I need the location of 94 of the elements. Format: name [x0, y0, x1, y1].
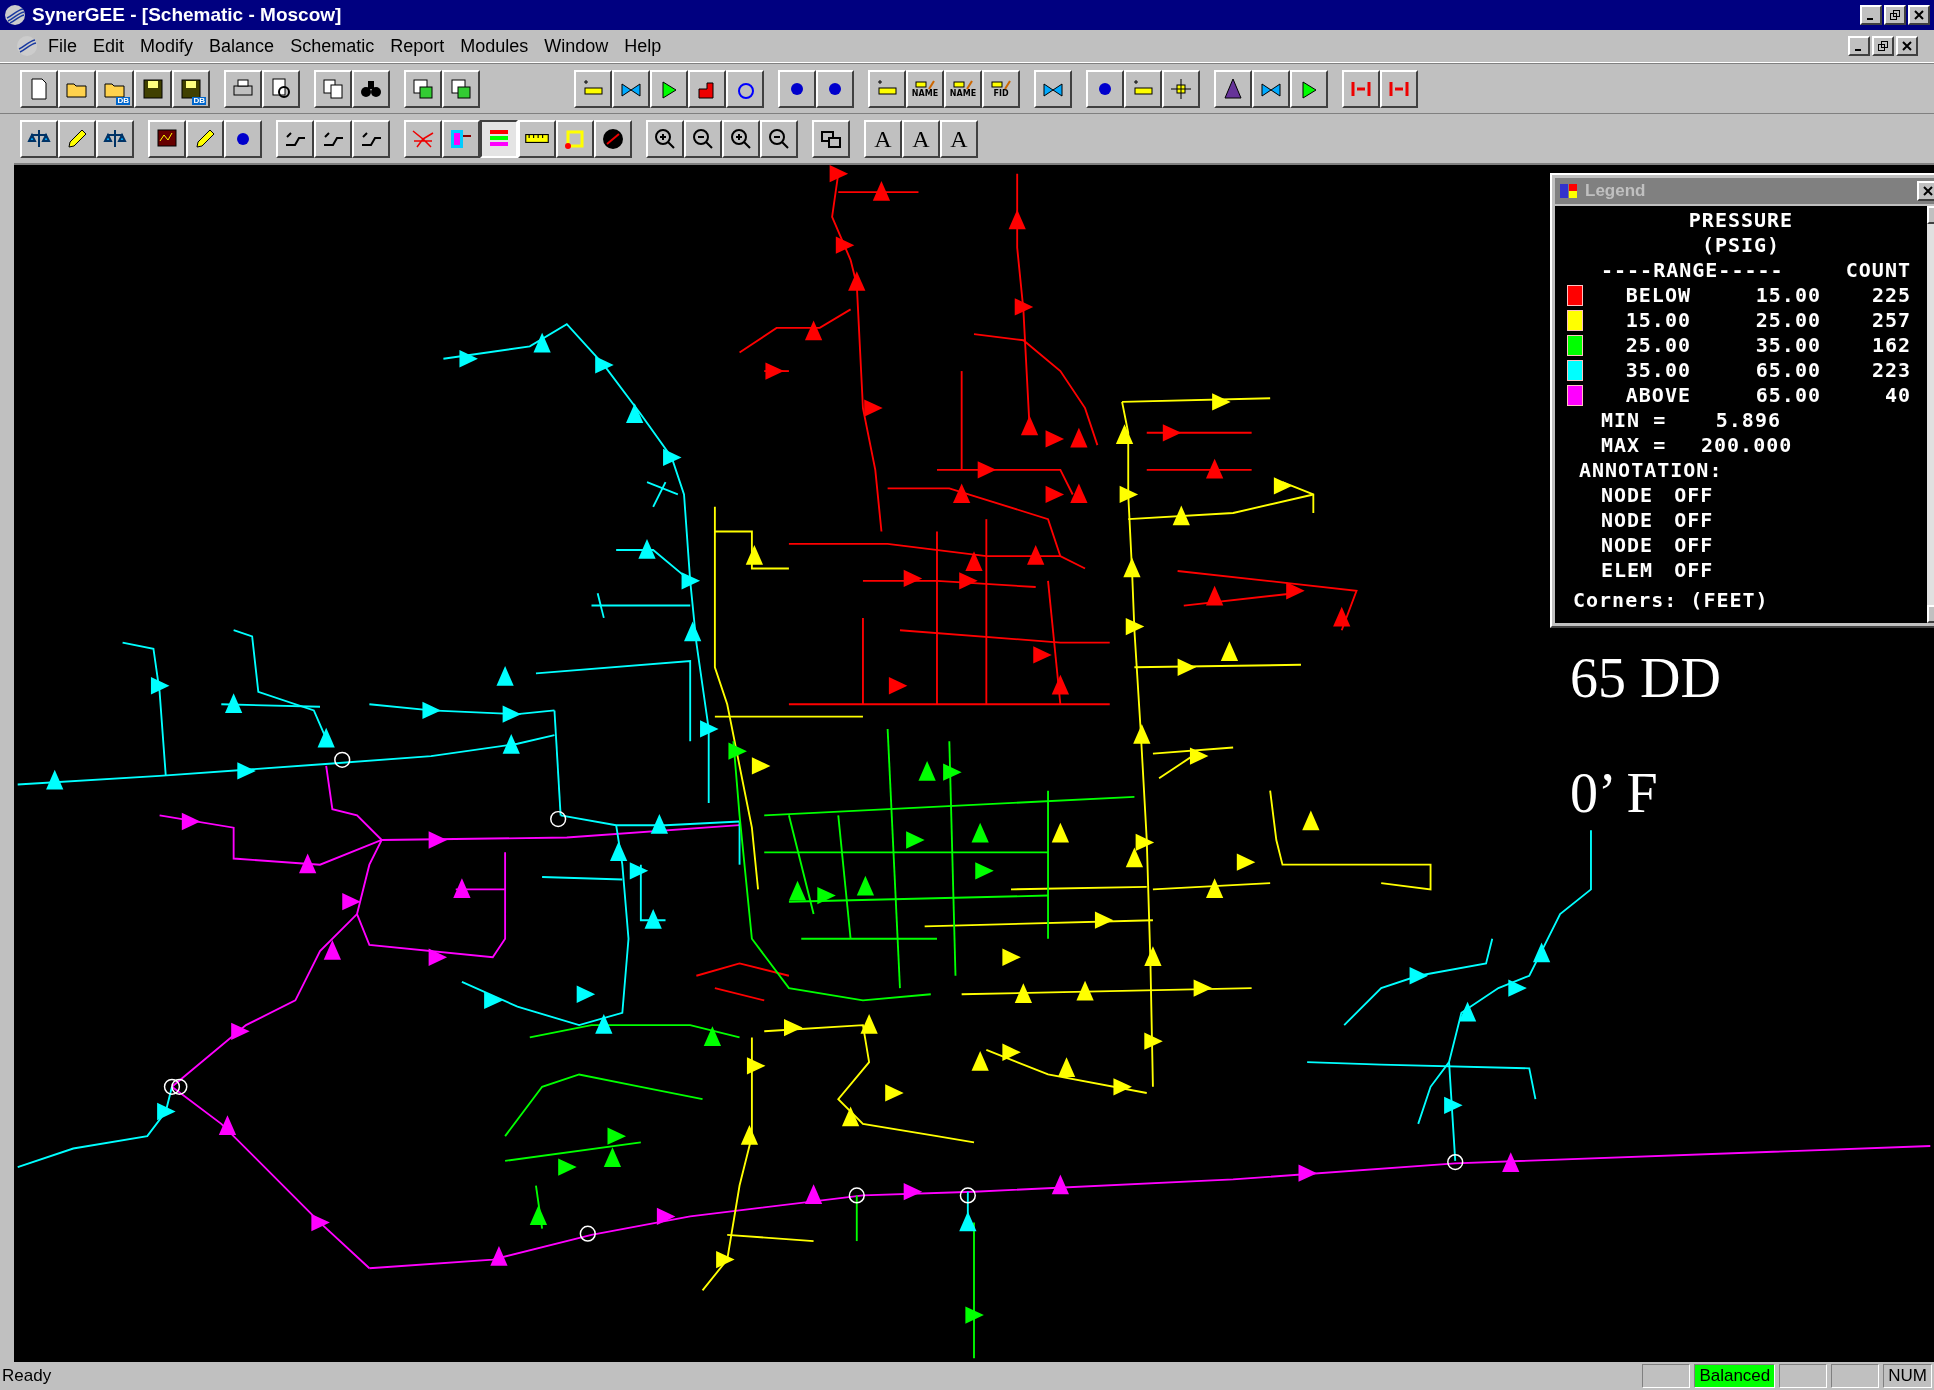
- stat-label: MAX =: [1601, 433, 1668, 458]
- annotation-item: NODE OFF: [1601, 508, 1715, 533]
- toolbar-button[interactable]: DB: [96, 69, 134, 108]
- dot-icon: [829, 82, 841, 95]
- dot-icon: [791, 82, 803, 95]
- menu-item[interactable]: Edit: [87, 32, 131, 60]
- db-tag: DB: [192, 96, 206, 105]
- overlay-label: 65 DD: [1570, 650, 1721, 706]
- stat-label: MIN =: [1601, 408, 1668, 433]
- close-button[interactable]: [1896, 36, 1918, 56]
- overlay-label: 0’ F: [1570, 765, 1658, 821]
- menu-item[interactable]: Help: [618, 32, 668, 60]
- menu-item[interactable]: File: [42, 32, 83, 60]
- menu-item[interactable]: Schematic: [284, 32, 381, 60]
- status-pane: Balanced: [1694, 1364, 1776, 1388]
- restore-button[interactable]: [1872, 36, 1894, 56]
- toolbar-button[interactable]: FID: [982, 69, 1020, 108]
- legend-unit: (PSIG): [1701, 233, 1781, 258]
- zoom-out-icon: [691, 126, 715, 151]
- map-icon: [449, 76, 473, 101]
- restore-icon: [1889, 10, 1901, 20]
- minimize-icon: [1866, 18, 1873, 20]
- minimize-icon: [1854, 49, 1861, 51]
- range-low: 25.00: [1624, 333, 1692, 358]
- legend-icon: [1559, 182, 1579, 200]
- corners-label: Corners: (FEET): [1573, 588, 1770, 613]
- range-low: 15.00: [1624, 308, 1692, 333]
- restore-button[interactable]: [1884, 5, 1906, 25]
- toolbar-button[interactable]: NAME: [944, 69, 982, 108]
- stat-value: 200.000: [1701, 433, 1794, 458]
- toolbar-button[interactable]: A: [902, 119, 940, 158]
- range-high: 35.00: [1754, 333, 1821, 358]
- toolbar-button[interactable]: [480, 119, 518, 158]
- minimize-button[interactable]: [1848, 36, 1870, 56]
- range-count: 225: [1870, 283, 1911, 308]
- legend-heading: PRESSURE: [1688, 208, 1794, 233]
- app-logo-icon: [4, 4, 26, 26]
- range-low: BELOW: [1624, 283, 1692, 308]
- map-icon: [411, 76, 435, 101]
- status-message: Ready: [2, 1365, 53, 1388]
- status-pane: [1779, 1364, 1828, 1388]
- menu-item[interactable]: Modules: [454, 32, 535, 60]
- menu-item[interactable]: Window: [538, 32, 615, 60]
- annotation-item: NODE OFF: [1601, 533, 1715, 558]
- range-count: 257: [1870, 308, 1911, 333]
- close-button[interactable]: [1917, 181, 1934, 201]
- close-icon: [1901, 41, 1913, 51]
- letter-icon: A: [874, 126, 892, 151]
- status-pane: [1642, 1364, 1691, 1388]
- app-logo-icon: [16, 35, 38, 57]
- legend-title: Legend: [1585, 180, 1646, 203]
- range-high: 65.00: [1754, 383, 1821, 408]
- annotation-heading: ANNOTATION:: [1579, 458, 1724, 483]
- range-high: 15.00: [1754, 283, 1821, 308]
- toolbar-button[interactable]: A: [864, 119, 902, 158]
- menu-item[interactable]: Balance: [203, 32, 281, 60]
- zoom-in-icon: [653, 126, 677, 151]
- menu-item[interactable]: Modify: [134, 32, 200, 60]
- menu-item[interactable]: Report: [384, 32, 451, 60]
- stat-value: 5.896: [1714, 408, 1782, 433]
- range-low: ABOVE: [1624, 383, 1692, 408]
- range-count: 162: [1870, 333, 1911, 358]
- toolbar-button[interactable]: DB: [172, 69, 210, 108]
- move-icon: [1169, 76, 1193, 101]
- copy-icon: [321, 76, 345, 101]
- toolbar-button[interactable]: NAME: [906, 69, 944, 108]
- status-pane: [1831, 1364, 1880, 1388]
- db-tag: DB: [116, 96, 130, 105]
- annotation-item: NODE OFF: [1601, 483, 1715, 508]
- annotation-item: ELEM OFF: [1601, 558, 1715, 583]
- minimize-button[interactable]: [1860, 5, 1882, 25]
- toolbar-button[interactable]: A: [940, 119, 978, 158]
- dot-icon: [237, 132, 249, 145]
- status-pane: NUM: [1883, 1364, 1932, 1388]
- count-header: COUNT: [1844, 258, 1911, 283]
- magnifier-icon: [269, 76, 293, 101]
- close-button[interactable]: [1908, 5, 1930, 25]
- restore-icon: [1877, 41, 1889, 51]
- range-high: 25.00: [1754, 308, 1821, 333]
- window-title: SynerGEE - [Schematic - Moscow]: [32, 2, 342, 27]
- dot-icon: [1099, 82, 1111, 95]
- range-count: 40: [1883, 383, 1911, 408]
- ruler-icon: [525, 134, 549, 143]
- range-header: ----RANGE-----: [1601, 258, 1785, 283]
- zoom-out-icon: [767, 126, 791, 151]
- letter-icon: A: [950, 126, 968, 151]
- close-icon: [1913, 10, 1925, 20]
- close-icon: [1922, 186, 1934, 196]
- gauge-icon: [601, 126, 625, 151]
- letter-icon: A: [912, 126, 930, 151]
- range-count: 223: [1870, 358, 1911, 383]
- zoom-in-icon: [729, 126, 753, 151]
- range-high: 65.00: [1754, 358, 1821, 383]
- range-low: 35.00: [1624, 358, 1692, 383]
